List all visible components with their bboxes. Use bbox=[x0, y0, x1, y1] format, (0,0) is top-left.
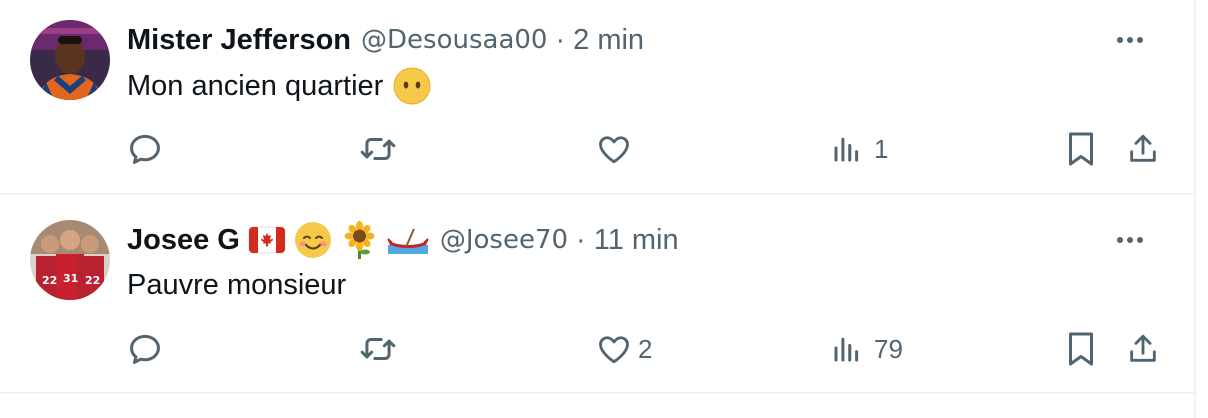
timeline-feed: Mister Jefferson @Desousaa00 · 2 min Mon… bbox=[0, 0, 1196, 418]
bookmark-button[interactable] bbox=[1066, 129, 1096, 169]
retweet-icon bbox=[360, 337, 396, 361]
tweet-text: Mon ancien quartier bbox=[127, 66, 431, 106]
share-icon bbox=[1130, 134, 1156, 162]
tweet-text-content: Mon ancien quartier bbox=[127, 69, 384, 102]
svg-text:22: 22 bbox=[85, 274, 100, 287]
tweet-text-content: Pauvre monsieur bbox=[127, 268, 347, 301]
separator-dot: · bbox=[576, 223, 586, 256]
user-handle[interactable]: @Josee70 bbox=[440, 225, 568, 255]
svg-text:31: 31 bbox=[63, 272, 78, 285]
smiling-face-emoji bbox=[294, 221, 332, 259]
user-handle[interactable]: @Desousaa00 bbox=[361, 25, 547, 55]
views-count: 1 bbox=[874, 133, 889, 164]
views-button[interactable]: 1 bbox=[832, 129, 888, 169]
bookmark-icon bbox=[1069, 132, 1093, 166]
like-button[interactable]: 2 bbox=[596, 329, 652, 369]
like-button[interactable] bbox=[596, 129, 638, 169]
bookmark-button[interactable] bbox=[1066, 329, 1096, 369]
canoe-emoji bbox=[386, 225, 430, 255]
retweet-icon bbox=[360, 137, 396, 161]
share-button[interactable] bbox=[1126, 329, 1160, 369]
views-button[interactable]: 79 bbox=[832, 329, 903, 369]
views-count: 79 bbox=[874, 333, 903, 364]
tweet-header: Josee G @Josee70 · 11 min bbox=[127, 220, 679, 260]
reply-icon bbox=[130, 134, 160, 164]
retweet-button[interactable] bbox=[358, 329, 404, 369]
more-icon bbox=[1117, 37, 1143, 43]
heart-icon bbox=[599, 336, 629, 364]
share-icon bbox=[1130, 334, 1156, 362]
heart-icon bbox=[599, 136, 629, 164]
avatar[interactable]: 22 31 22 bbox=[30, 220, 110, 300]
like-count: 2 bbox=[638, 333, 653, 364]
tweet[interactable]: Mister Jefferson @Desousaa00 · 2 min Mon… bbox=[0, 0, 1194, 195]
bookmark-icon bbox=[1069, 332, 1093, 366]
tweet-text: Pauvre monsieur bbox=[127, 265, 346, 305]
views-icon bbox=[834, 137, 859, 162]
more-options-button[interactable] bbox=[1110, 25, 1150, 55]
tweet-header: Mister Jefferson @Desousaa00 · 2 min bbox=[127, 20, 644, 60]
display-name[interactable]: Mister Jefferson bbox=[127, 24, 351, 57]
tweet[interactable]: 22 31 22 Josee G @Josee70 · 11 min Pauvr… bbox=[0, 195, 1194, 394]
views-icon bbox=[834, 337, 859, 362]
more-icon bbox=[1117, 237, 1143, 243]
timestamp[interactable]: 11 min bbox=[594, 224, 679, 257]
more-options-button[interactable] bbox=[1110, 225, 1150, 255]
neutral-face-emoji bbox=[393, 67, 431, 105]
svg-text:22: 22 bbox=[42, 274, 57, 287]
reply-button[interactable] bbox=[126, 129, 170, 169]
share-button[interactable] bbox=[1126, 129, 1160, 169]
display-name[interactable]: Josee G bbox=[127, 224, 240, 257]
reply-icon bbox=[130, 334, 160, 364]
separator-dot: · bbox=[555, 23, 566, 56]
canada-flag-emoji bbox=[248, 226, 286, 254]
timestamp[interactable]: 2 min bbox=[573, 24, 644, 57]
sunflower-emoji bbox=[340, 221, 378, 259]
reply-button[interactable] bbox=[126, 329, 170, 369]
retweet-button[interactable] bbox=[358, 129, 404, 169]
avatar[interactable] bbox=[30, 20, 110, 100]
